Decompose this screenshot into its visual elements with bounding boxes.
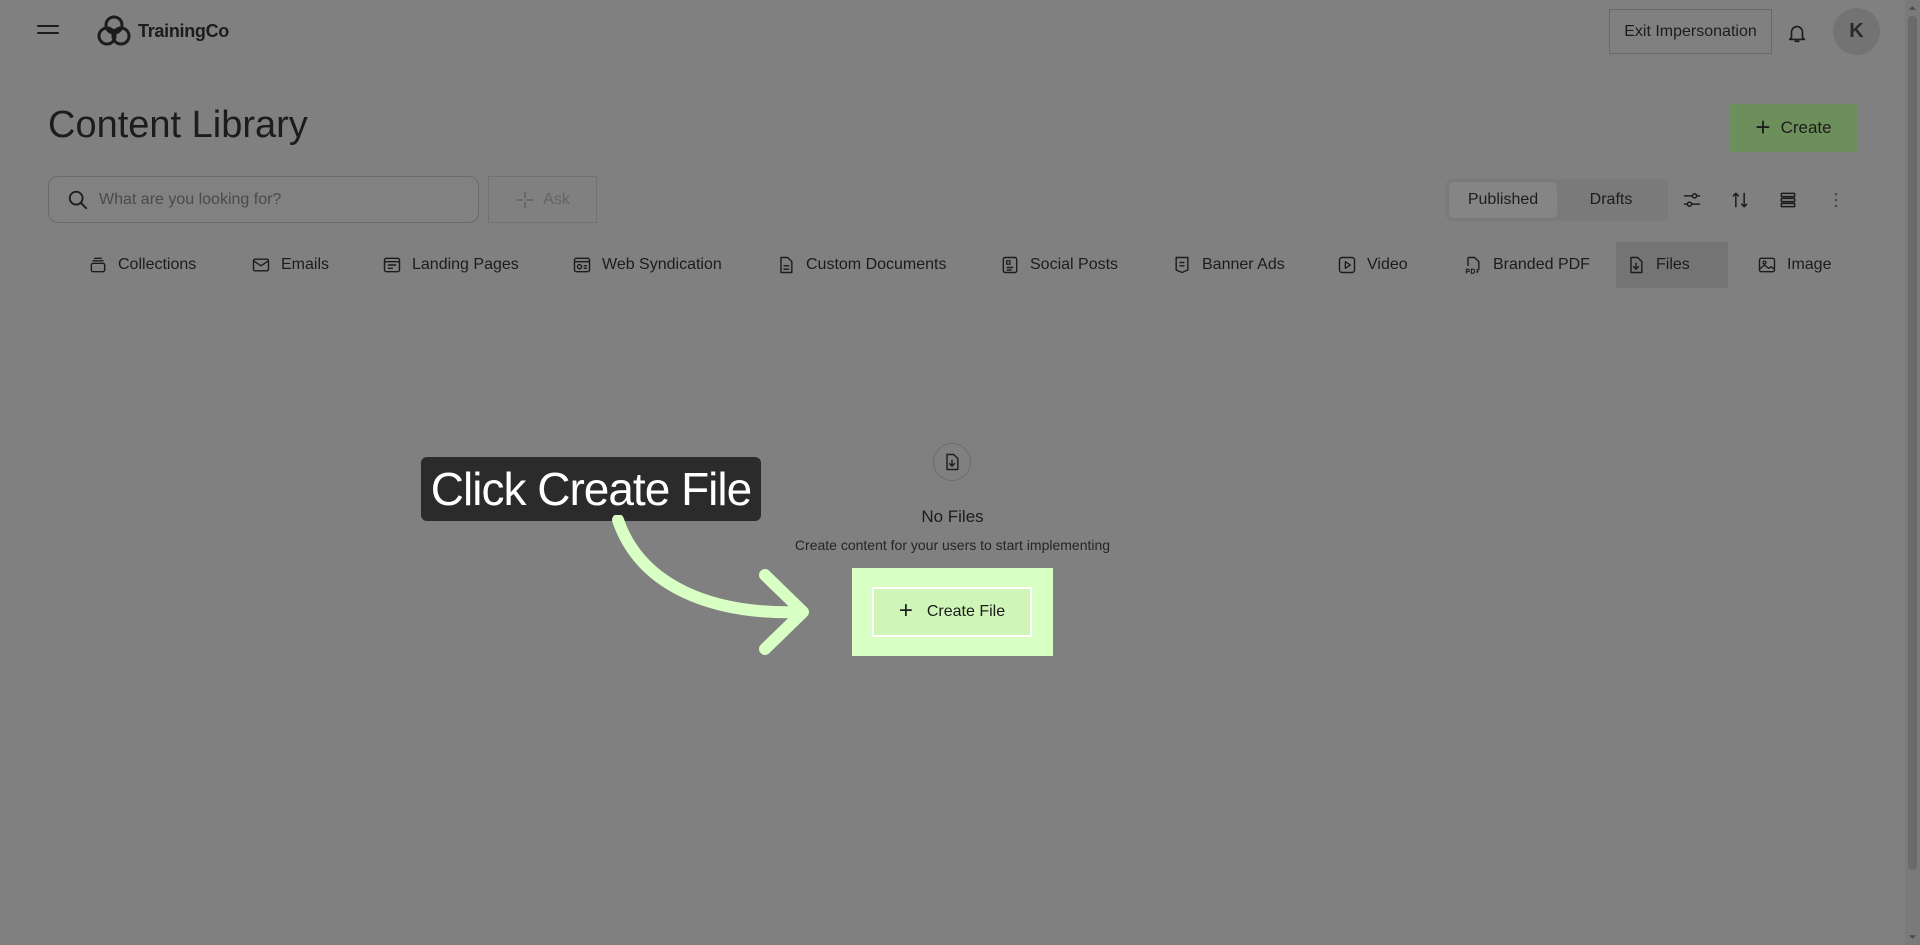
collections-icon: [90, 257, 106, 273]
plus-icon: +: [898, 596, 913, 624]
tab-label: Image: [1787, 256, 1832, 273]
page-title: Content Library: [48, 104, 308, 146]
empty-state-icon: [933, 443, 971, 481]
published-toggle[interactable]: Published: [1449, 182, 1557, 218]
banner-ad-icon: [1175, 256, 1189, 274]
drafts-toggle[interactable]: Drafts: [1557, 182, 1665, 218]
landing-page-icon: [383, 257, 401, 273]
create-button-label: Create: [1780, 118, 1832, 137]
tab-label: Video: [1367, 256, 1408, 273]
search-placeholder: What are you looking for?: [99, 190, 282, 208]
sort-icon[interactable]: [1730, 190, 1750, 210]
tab-label: Emails: [281, 256, 330, 273]
image-icon: [1758, 257, 1776, 273]
scroll-down-arrow-icon[interactable]: [1908, 932, 1917, 942]
create-file-button[interactable]: + Create File: [872, 587, 1032, 637]
file-download-icon: [1630, 256, 1643, 274]
exit-impersonation-button[interactable]: Exit Impersonation: [1609, 9, 1772, 54]
empty-state-subtitle: Create content for your users to start i…: [794, 537, 1111, 553]
search-input[interactable]: What are you looking for?: [48, 176, 479, 223]
scroll-up-arrow-icon[interactable]: [1908, 3, 1917, 13]
top-bar: TrainingCo Exit Impersonation K: [0, 0, 1905, 66]
tab-label: Social Posts: [1030, 256, 1119, 273]
tab-label: Banner Ads: [1202, 256, 1285, 273]
search-icon: [68, 190, 88, 209]
social-post-icon: [1002, 256, 1018, 274]
tutorial-callout: Click Create File: [421, 457, 761, 521]
tab-banner-ads[interactable]: Banner Ads: [1162, 242, 1295, 288]
curved-arrow-icon: [612, 515, 809, 655]
brand-logo[interactable]: TrainingCo: [94, 11, 229, 51]
file-download-icon: [946, 453, 959, 471]
more-vertical-icon[interactable]: [1826, 190, 1846, 210]
tab-label: Custom Documents: [806, 256, 947, 273]
brand-name: TrainingCo: [138, 20, 229, 41]
tab-branded-pdf[interactable]: Branded PDF: [1453, 242, 1600, 288]
menu-icon[interactable]: [37, 25, 59, 39]
tab-emails[interactable]: Emails: [241, 242, 339, 288]
create-button[interactable]: + Create: [1730, 104, 1857, 152]
avatar[interactable]: K: [1833, 8, 1880, 55]
tab-landing-pages[interactable]: Landing Pages: [372, 242, 529, 288]
tab-social-posts[interactable]: Social Posts: [990, 242, 1128, 288]
content-type-tabs: Collections Emails Landing Pages Web Syn…: [70, 242, 1850, 288]
web-syndication-icon: [573, 257, 591, 273]
bell-icon[interactable]: [1786, 22, 1808, 44]
list-view-icon[interactable]: [1778, 190, 1798, 210]
document-icon: [780, 256, 793, 274]
create-file-label: Create File: [926, 603, 1006, 620]
tab-label: Branded PDF: [1493, 256, 1590, 273]
scrollbar-thumb[interactable]: [1908, 16, 1917, 870]
scrollbar[interactable]: [1905, 0, 1920, 945]
tab-label: Collections: [118, 256, 197, 273]
tab-image[interactable]: Image: [1747, 242, 1841, 288]
mail-icon: [252, 258, 270, 272]
tab-collections[interactable]: Collections: [78, 242, 206, 288]
video-icon: [1338, 256, 1356, 274]
plus-icon: +: [1755, 111, 1771, 142]
sparkle-icon: [516, 191, 534, 208]
tab-custom-documents[interactable]: Custom Documents: [766, 242, 957, 288]
ask-label: Ask: [543, 190, 570, 208]
filter-sliders-icon[interactable]: [1682, 190, 1702, 210]
tab-files[interactable]: Files: [1616, 242, 1728, 288]
pdf-icon: [1465, 256, 1480, 274]
status-toggle: Published Drafts: [1446, 179, 1668, 221]
tab-label: Landing Pages: [412, 256, 519, 273]
tab-label: Web Syndication: [602, 256, 722, 273]
tab-video[interactable]: Video: [1327, 242, 1418, 288]
tab-web-syndication[interactable]: Web Syndication: [562, 242, 732, 288]
empty-state-title: No Files: [921, 507, 984, 526]
ask-button[interactable]: Ask: [488, 176, 597, 223]
logo-icon: [97, 15, 131, 46]
tab-label: Files: [1656, 256, 1690, 273]
